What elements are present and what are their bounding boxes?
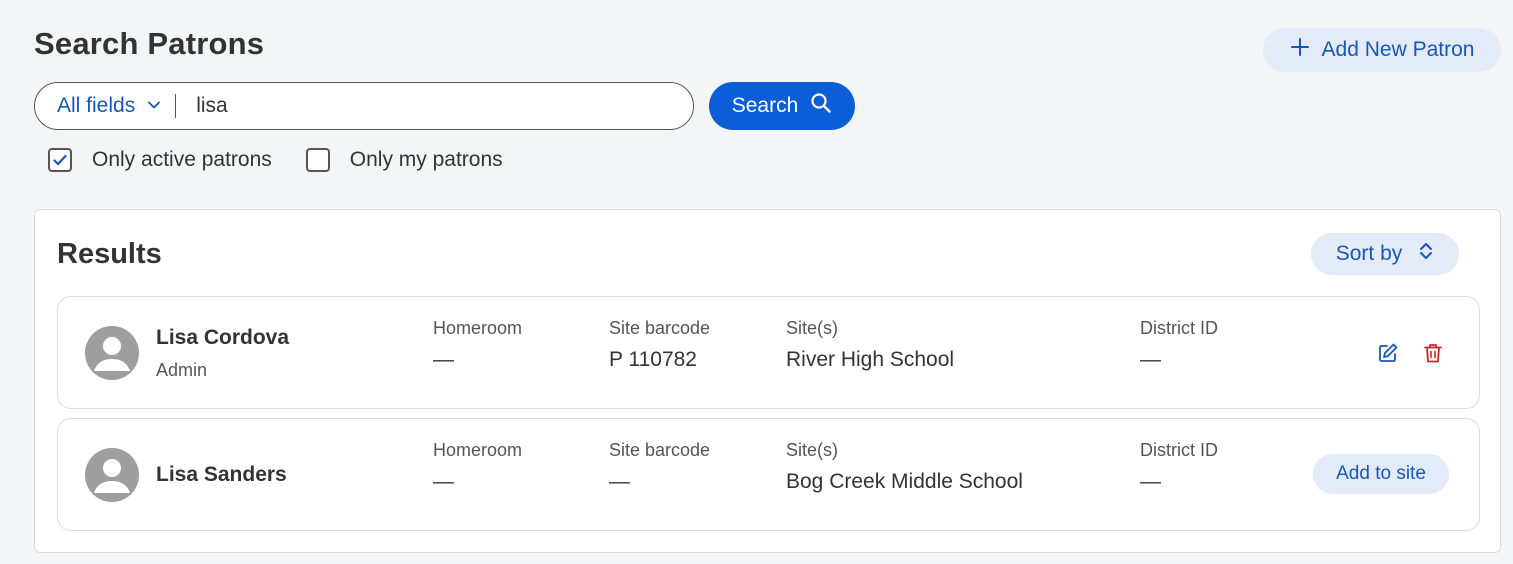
search-icon xyxy=(810,92,832,120)
trash-icon[interactable] xyxy=(1421,341,1445,365)
patron-row[interactable]: Lisa Cordova Admin Homeroom — Site barco… xyxy=(57,296,1480,409)
search-field-selector-label: All fields xyxy=(57,94,136,117)
avatar-icon xyxy=(85,326,139,380)
search-divider xyxy=(175,94,177,118)
add-new-patron-label: Add New Patron xyxy=(1321,38,1475,61)
homeroom-value: — xyxy=(433,348,454,371)
page-title: Search Patrons xyxy=(34,26,265,61)
district-id-value: — xyxy=(1140,470,1161,493)
search-button-label: Search xyxy=(731,94,799,117)
filter-options: Only active patrons Only my patrons xyxy=(48,148,503,172)
avatar-icon xyxy=(85,448,139,502)
patron-name: Lisa Sanders xyxy=(156,463,287,486)
site-barcode-value: P 110782 xyxy=(609,348,697,371)
search-button[interactable]: Search xyxy=(709,82,855,130)
district-id-value: — xyxy=(1140,348,1161,371)
district-id-label: District ID xyxy=(1140,318,1218,338)
patron-row[interactable]: Lisa Sanders Homeroom — Site barcode — S… xyxy=(57,418,1480,531)
patron-name: Lisa Cordova xyxy=(156,326,290,349)
site-barcode-label: Site barcode xyxy=(609,318,711,338)
add-to-site-button[interactable]: Add to site xyxy=(1313,454,1449,494)
add-new-patron-button[interactable]: Add New Patron xyxy=(1263,28,1501,72)
only-my-patrons-checkbox[interactable]: Only my patrons xyxy=(305,148,503,172)
homeroom-label: Homeroom xyxy=(433,318,523,338)
search-field-selector[interactable]: All fields xyxy=(35,83,175,129)
results-panel: Results Sort by Lisa Cordova Admin Homer… xyxy=(34,209,1501,553)
edit-icon[interactable] xyxy=(1376,341,1400,365)
district-id-label: District ID xyxy=(1140,440,1218,460)
only-active-patrons-checkbox[interactable]: Only active patrons xyxy=(48,148,272,172)
sort-by-button[interactable]: Sort by xyxy=(1311,233,1459,275)
sort-by-label: Sort by xyxy=(1335,242,1403,265)
sites-label: Site(s) xyxy=(786,318,839,338)
chevron-down-icon xyxy=(147,94,161,118)
search-bar: All fields xyxy=(34,82,694,130)
sites-value: River High School xyxy=(786,348,955,371)
sort-icon xyxy=(1418,242,1434,266)
homeroom-value: — xyxy=(433,470,454,493)
results-title: Results xyxy=(57,238,162,270)
only-my-patrons-label: Only my patrons xyxy=(349,148,503,171)
sites-label: Site(s) xyxy=(786,440,839,460)
plus-icon xyxy=(1290,37,1310,63)
checkbox-checked-icon xyxy=(48,148,72,172)
homeroom-label: Homeroom xyxy=(433,440,523,460)
site-barcode-label: Site barcode xyxy=(609,440,711,460)
only-active-patrons-label: Only active patrons xyxy=(92,148,272,171)
search-input[interactable] xyxy=(196,94,637,118)
patron-role: Admin xyxy=(156,360,208,380)
sites-value: Bog Creek Middle School xyxy=(786,470,1023,493)
checkbox-unchecked-icon xyxy=(305,148,330,172)
site-barcode-value: — xyxy=(609,470,630,493)
